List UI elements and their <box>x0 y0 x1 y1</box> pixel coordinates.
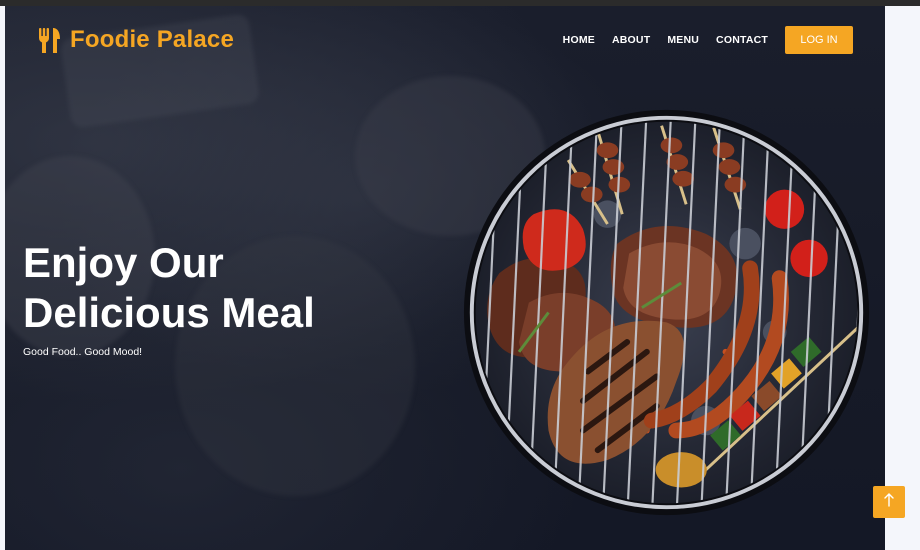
nav-menu[interactable]: MENU <box>667 34 699 46</box>
grilled-meat-bbq-image <box>463 109 870 516</box>
utensils-icon <box>38 27 62 53</box>
hero-subtitle: Good Food.. Good Mood! <box>23 346 143 358</box>
hero-section: Foodie Palace HOME ABOUT MENU CONTACT LO… <box>5 6 885 550</box>
nav-about[interactable]: ABOUT <box>612 34 650 46</box>
brand-name: Foodie Palace <box>70 26 234 53</box>
nav-contact[interactable]: CONTACT <box>716 34 768 46</box>
main-nav: HOME ABOUT MENU CONTACT LOG IN <box>563 26 853 54</box>
back-to-top-button[interactable] <box>873 486 905 518</box>
nav-home[interactable]: HOME <box>563 34 595 46</box>
arrow-up-icon <box>883 492 895 512</box>
hero-title: Enjoy Our Delicious Meal <box>23 239 315 336</box>
site-logo[interactable]: Foodie Palace <box>38 26 234 54</box>
login-button[interactable]: LOG IN <box>785 26 853 54</box>
page-scroll-area <box>885 6 920 550</box>
